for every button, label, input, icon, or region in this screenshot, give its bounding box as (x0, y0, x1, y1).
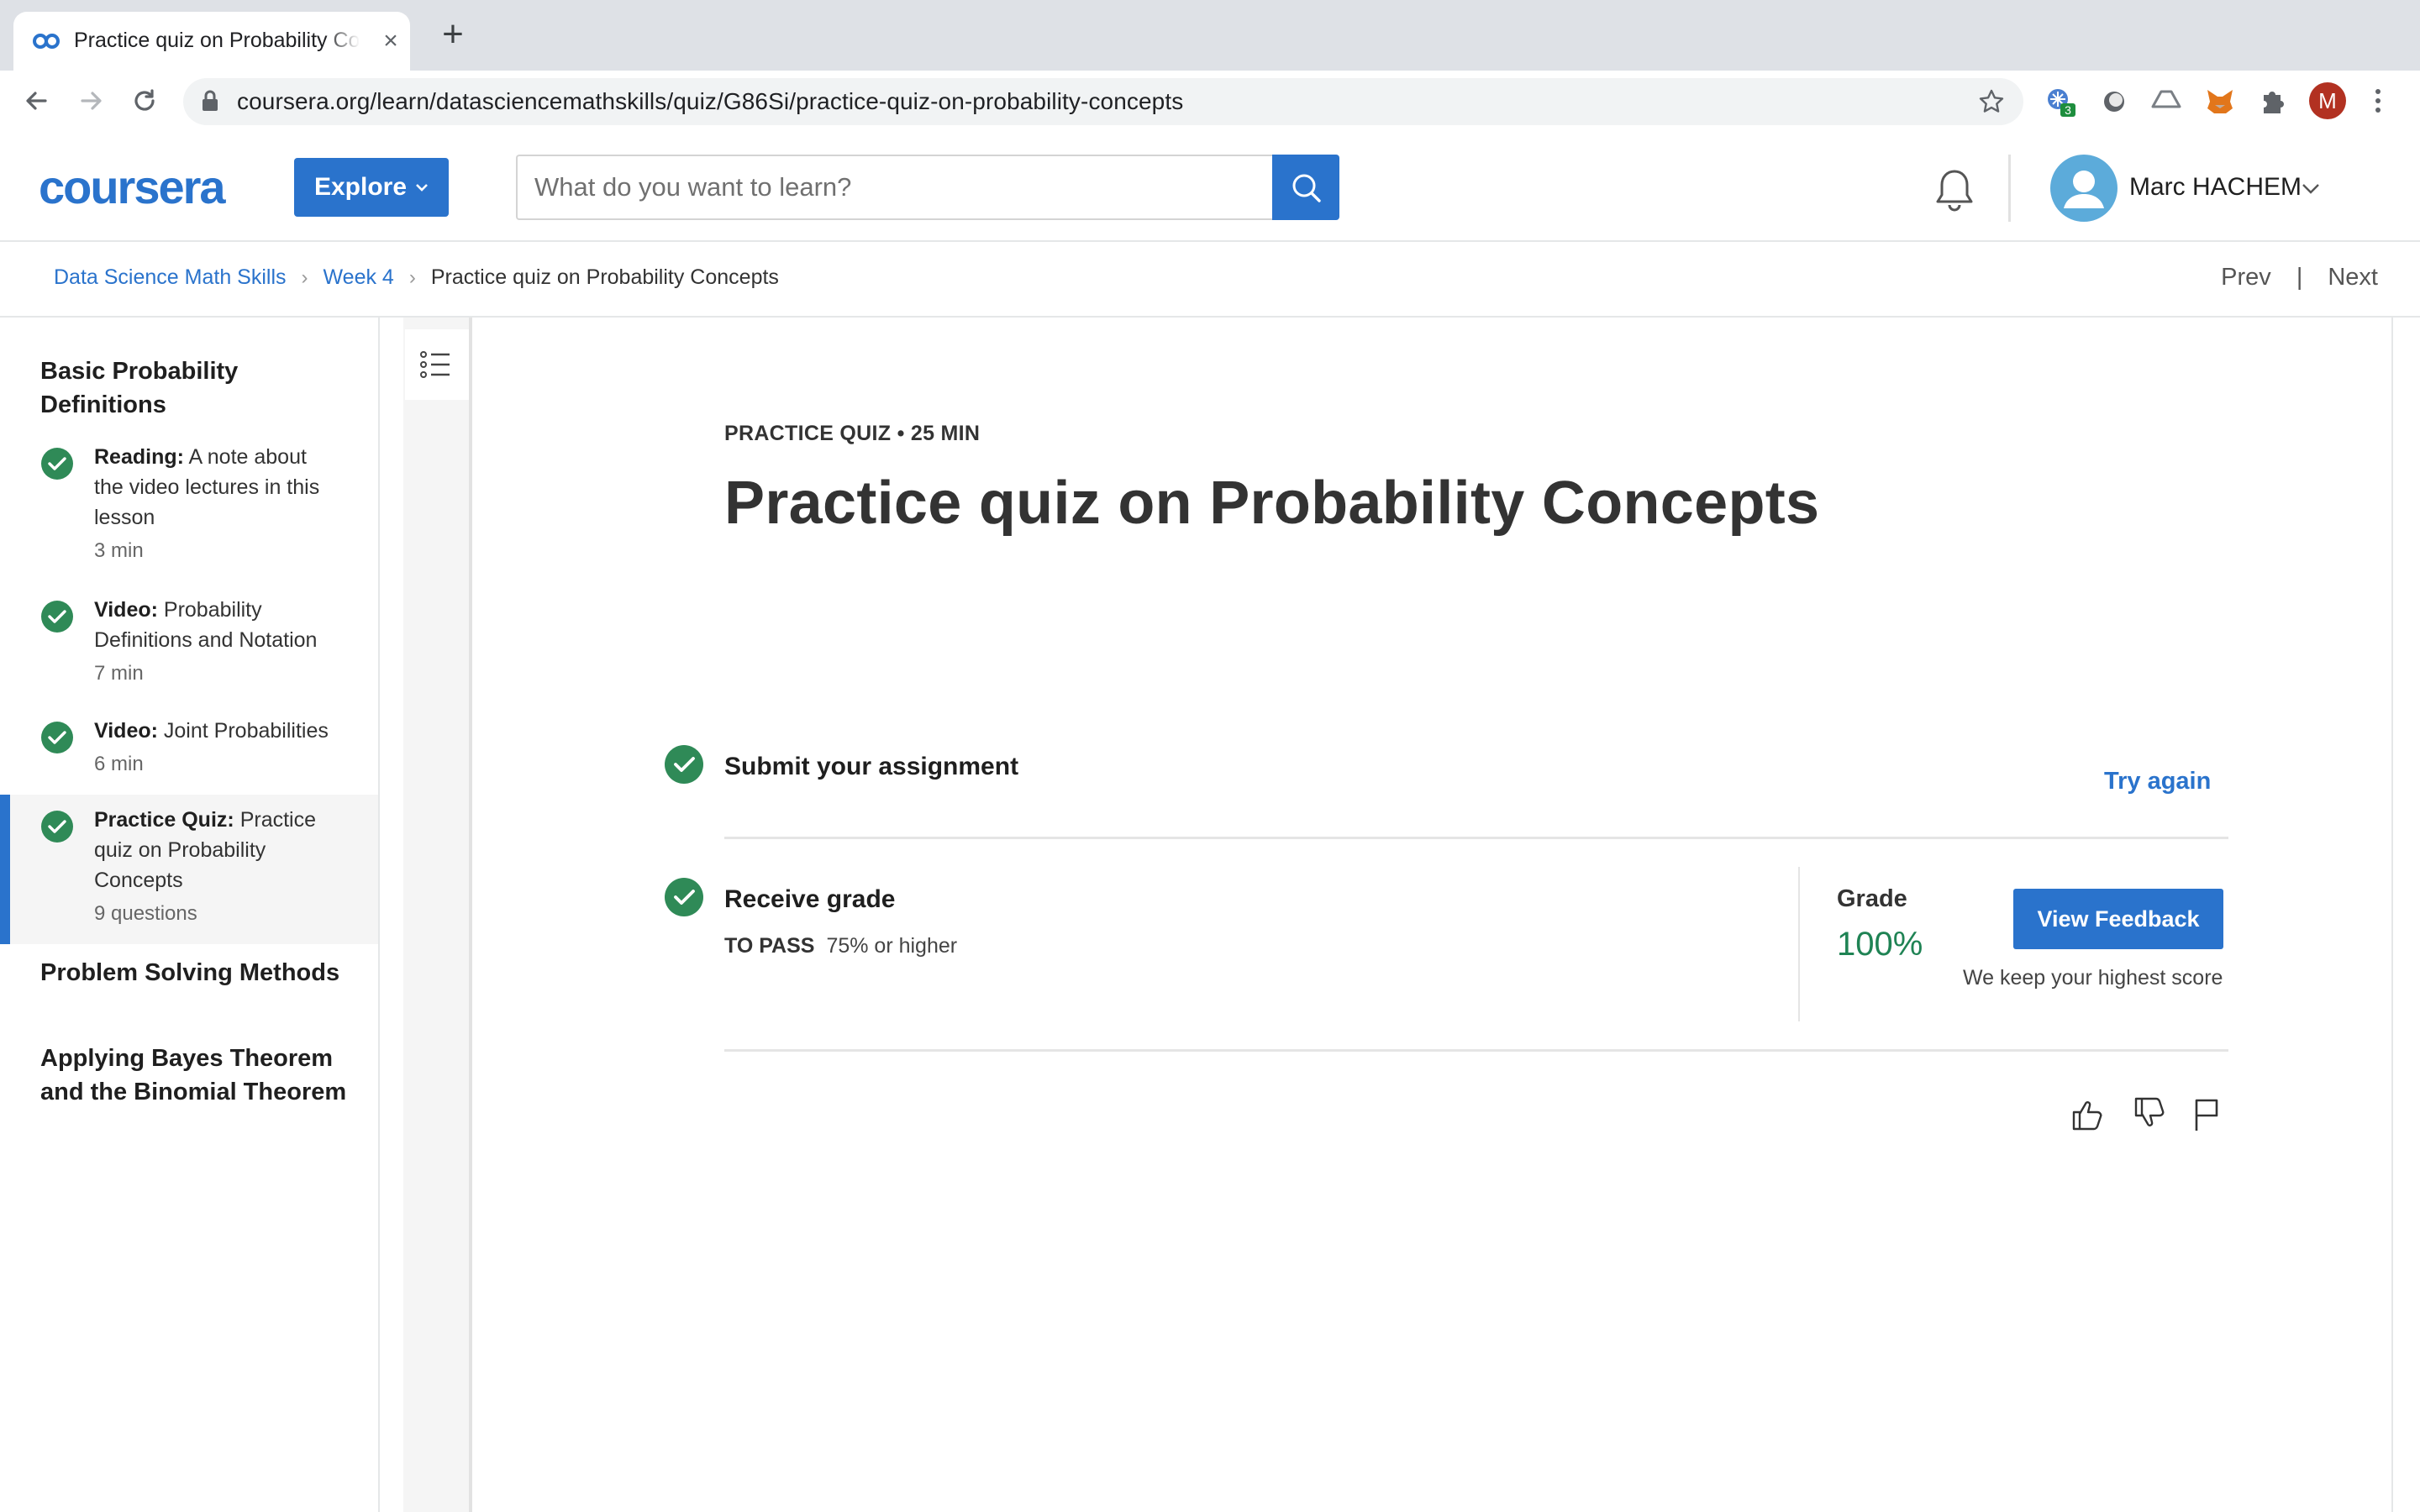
sidebar-item-practice-quiz[interactable]: Practice Quiz: Practice quiz on Probabil… (0, 795, 378, 944)
check-circle-icon (41, 811, 73, 843)
item-meta: 6 min (94, 753, 144, 775)
check-circle-icon (665, 745, 703, 784)
explore-label: Explore (313, 173, 408, 201)
extension-circle-icon[interactable] (2099, 87, 2129, 117)
highest-score-note: We keep your highest score (1963, 966, 2223, 990)
pass-requirement: TO PASS 75% or higher (724, 934, 957, 958)
check-circle-icon (665, 878, 703, 916)
sidebar-item-label: Video: Joint Probabilities (94, 716, 338, 746)
check-circle-icon (41, 722, 73, 753)
extensions-area: 3 (2037, 78, 2356, 125)
prev-button[interactable]: Prev (2221, 264, 2271, 291)
breadcrumb-week-link[interactable]: Week 4 (324, 265, 394, 290)
sidebar-section-title[interactable]: Problem Solving Methods (40, 956, 351, 990)
item-type: Video: (94, 719, 158, 743)
site-header: coursera Explore Marc HACHEM (0, 133, 2420, 242)
coursera-favicon-icon (33, 34, 60, 49)
browser-menu-icon[interactable] (2370, 84, 2386, 118)
sidebar-item-label: Practice Quiz: Practice quiz on Probabil… (94, 805, 338, 895)
submit-step-title: Submit your assignment (724, 753, 1019, 780)
page-title: Practice quiz on Probability Concepts (724, 470, 1820, 537)
user-avatar[interactable] (2050, 155, 2118, 222)
chevron-down-icon[interactable] (2301, 178, 2321, 198)
breadcrumb-course-link[interactable]: Data Science Math Skills (54, 265, 287, 290)
address-bar[interactable]: coursera.org/learn/datasciencemathskills… (183, 78, 2023, 125)
puzzle-icon[interactable] (2257, 87, 2287, 117)
grade-divider (1798, 867, 1800, 1021)
sidebar-item-label: Reading: A note about the video lectures… (94, 442, 338, 533)
item-meta: 7 min (94, 662, 144, 685)
browser-toolbar: coursera.org/learn/datasciencemathskills… (0, 71, 2420, 134)
check-circle-icon (41, 601, 73, 633)
item-meta: 3 min (94, 539, 144, 562)
flag-icon[interactable] (2188, 1095, 2225, 1132)
explore-button[interactable]: Explore (294, 158, 449, 217)
search-button[interactable] (1272, 155, 1339, 220)
breadcrumb-separator: › (301, 265, 308, 289)
sidebar-item-video[interactable]: Video: Joint Probabilities 6 min (0, 709, 378, 776)
breadcrumb-bar: Data Science Math Skills › Week 4 › Prac… (0, 242, 2420, 318)
receive-grade-title: Receive grade (724, 885, 896, 913)
star-icon[interactable] (1978, 88, 2005, 115)
search-input[interactable] (516, 155, 1274, 220)
breadcrumb-separator: › (408, 265, 416, 289)
sidebar-section-title[interactable]: Basic Probability Definitions (40, 354, 351, 422)
forward-icon[interactable] (74, 84, 108, 118)
grade-value: 100% (1837, 926, 1923, 963)
list-icon (420, 351, 450, 378)
bell-icon[interactable] (1933, 166, 1976, 213)
divider (724, 837, 2228, 839)
thumbs-down-icon[interactable] (2129, 1095, 2166, 1132)
item-type: Video: (94, 598, 158, 622)
sidebar-section-title[interactable]: Applying Bayes Theorem and the Binomial … (40, 1042, 351, 1109)
extension-badge: 3 (2065, 103, 2071, 117)
check-circle-icon (41, 448, 73, 480)
browser-tab[interactable]: Practice quiz on Probability Concepts × (13, 12, 410, 71)
item-type: Practice Quiz: (94, 808, 234, 832)
sidebar-item-video[interactable]: Video: Probability Definitions and Notat… (0, 588, 378, 685)
item-title: Joint Probabilities (163, 719, 329, 743)
chevron-down-icon (416, 184, 428, 192)
nav-divider: | (2296, 264, 2303, 291)
extension-drive-icon[interactable] (2151, 87, 2181, 117)
course-sidebar: Basic Probability Definitions Reading: A… (0, 318, 380, 1512)
outline-strip (403, 318, 469, 1512)
sidebar-item-reading[interactable]: Reading: A note about the video lectures… (0, 435, 378, 562)
prev-next-nav: Prev | Next (2221, 264, 2378, 291)
header-divider (2008, 155, 2011, 222)
extension-fox-icon[interactable] (2205, 87, 2235, 117)
view-feedback-button[interactable]: View Feedback (2013, 889, 2223, 949)
extension-network-icon[interactable]: 3 (2045, 87, 2075, 117)
reload-icon[interactable] (128, 84, 161, 118)
content-edge (469, 318, 472, 1512)
outline-toggle-button[interactable] (405, 329, 469, 400)
new-tab-button[interactable]: + (439, 16, 467, 53)
item-meta: 9 questions (94, 902, 197, 925)
to-pass-value: 75% or higher (826, 934, 958, 958)
user-name[interactable]: Marc HACHEM (2129, 173, 2302, 202)
back-icon[interactable] (20, 84, 54, 118)
to-pass-label: TO PASS (724, 934, 815, 958)
tab-close-icon[interactable]: × (380, 29, 402, 54)
user-icon (2064, 171, 2104, 208)
coursera-logo[interactable]: coursera (39, 170, 255, 208)
divider (724, 1049, 2228, 1052)
browser-tab-strip: Practice quiz on Probability Concepts × … (0, 0, 2420, 71)
sidebar-item-label: Video: Probability Definitions and Notat… (94, 595, 338, 655)
breadcrumb: Data Science Math Skills › Week 4 › Prac… (54, 265, 779, 290)
browser-profile-avatar[interactable]: M (2309, 82, 2346, 119)
item-kicker: PRACTICE QUIZ • 25 MIN (724, 422, 981, 445)
next-button[interactable]: Next (2328, 264, 2378, 291)
thumbs-up-icon[interactable] (2067, 1095, 2104, 1132)
tab-title: Practice quiz on Probability Concepts (74, 29, 360, 52)
content-edge (2391, 318, 2393, 1512)
item-type: Reading: (94, 445, 184, 469)
search-icon (1292, 174, 1321, 202)
breadcrumb-current: Practice quiz on Probability Concepts (430, 265, 779, 289)
grade-label: Grade (1837, 885, 1907, 912)
url-text[interactable]: coursera.org/learn/datasciencemathskills… (237, 88, 1183, 115)
svg-text:coursera: coursera (39, 170, 226, 208)
lock-icon[interactable] (202, 90, 218, 112)
try-again-link[interactable]: Try again (2104, 768, 2211, 795)
